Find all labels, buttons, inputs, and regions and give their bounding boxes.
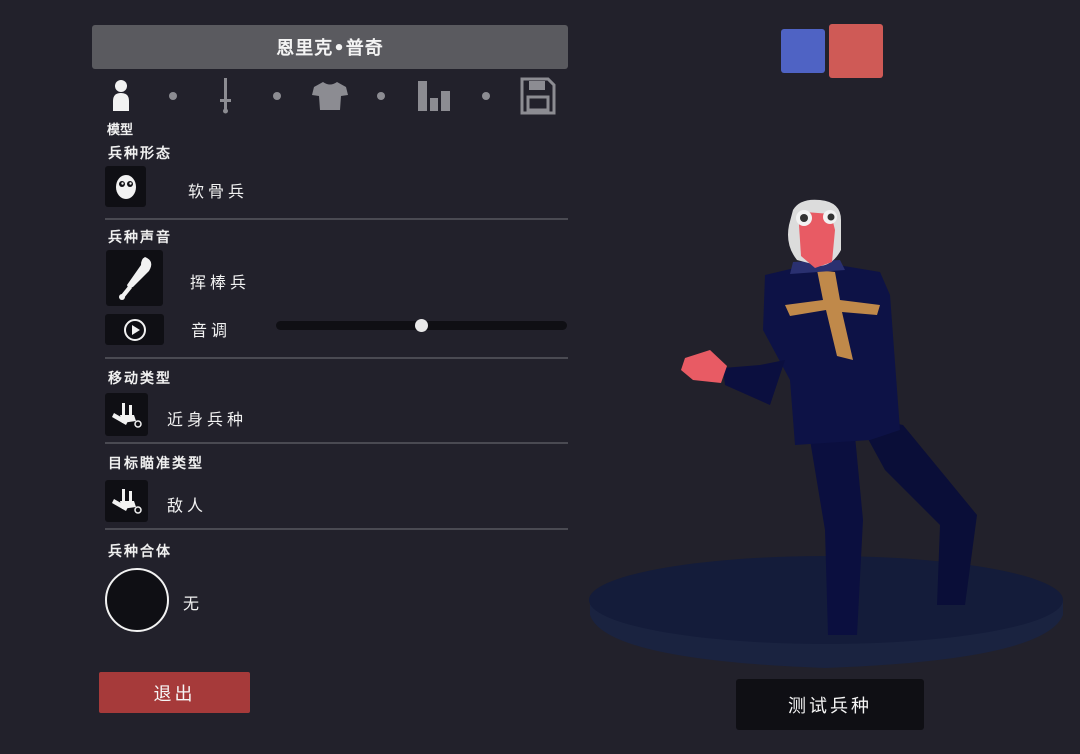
- step-separator: [169, 92, 177, 100]
- targeting-picker-button[interactable]: [105, 480, 148, 522]
- play-icon: [123, 318, 146, 341]
- club-icon: [118, 257, 151, 300]
- melee-icon: [111, 402, 142, 428]
- unit-eye-left-pupil: [800, 214, 808, 222]
- section-divider: [105, 442, 568, 444]
- person-icon: [113, 80, 129, 111]
- section-divider: [105, 528, 568, 530]
- step-separator: [273, 92, 281, 100]
- melee-icon: [111, 489, 142, 514]
- form-picker-button[interactable]: [105, 166, 146, 207]
- test-unit-button[interactable]: 测试兵种: [736, 679, 924, 730]
- combine-value: 无: [183, 594, 204, 613]
- section-divider: [105, 218, 568, 220]
- movement-value: 近身兵种: [167, 410, 248, 429]
- tab-weapons[interactable]: [212, 77, 238, 115]
- bar-chart-icon: [418, 81, 450, 111]
- pitch-slider-handle[interactable]: [415, 319, 428, 332]
- voice-value: 挥棒兵: [190, 273, 251, 292]
- form-section-title: 兵种形态: [108, 146, 172, 162]
- pedestal: [589, 556, 1063, 668]
- sword-icon: [220, 78, 231, 114]
- step-separator: [482, 92, 490, 100]
- save-disk-icon: [520, 77, 556, 115]
- googly-face-icon: [115, 174, 136, 199]
- targeting-value: 敌人: [167, 496, 208, 515]
- tab-stats[interactable]: [415, 80, 453, 112]
- movement-section-title: 移动类型: [108, 371, 172, 387]
- unit-preview[interactable]: [585, 190, 1065, 680]
- tab-model[interactable]: [106, 78, 136, 114]
- team-blue-button[interactable]: [781, 29, 825, 73]
- active-tab-label: 模型: [107, 123, 134, 138]
- unit-fist: [681, 350, 727, 383]
- unit-arm: [723, 360, 785, 405]
- shirt-icon: [312, 82, 348, 110]
- targeting-section-title: 目标瞄准类型: [108, 456, 204, 472]
- combine-section-title: 兵种合体: [108, 544, 172, 560]
- movement-picker-button[interactable]: [105, 393, 148, 436]
- play-voice-button[interactable]: [105, 314, 164, 345]
- form-value: 软骨兵: [188, 182, 249, 201]
- tab-clothing[interactable]: [311, 80, 349, 112]
- pitch-label: 音调: [191, 321, 232, 340]
- team-red-button[interactable]: [829, 24, 883, 78]
- unit-eye-right-pupil: [827, 213, 835, 221]
- step-separator: [377, 92, 385, 100]
- combine-picker-button[interactable]: [105, 568, 169, 632]
- tab-save[interactable]: [519, 76, 557, 116]
- exit-button[interactable]: 退出: [99, 672, 250, 713]
- section-divider: [105, 357, 568, 359]
- unit-name-title[interactable]: 恩里克•普奇: [92, 25, 568, 69]
- voice-picker-button[interactable]: [106, 250, 163, 306]
- voice-section-title: 兵种声音: [108, 230, 172, 246]
